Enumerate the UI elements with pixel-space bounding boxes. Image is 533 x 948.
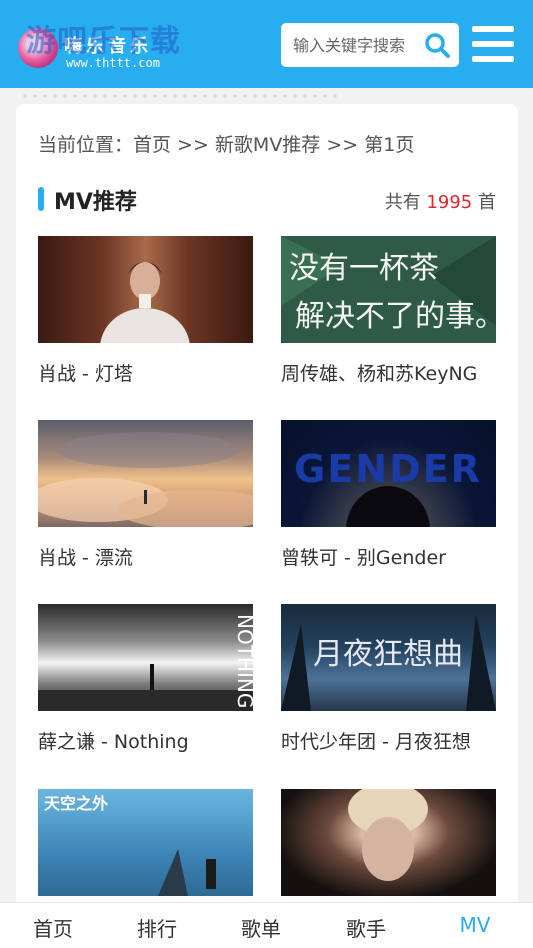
- mv-title[interactable]: 曾轶可 - 别Gender: [281, 543, 446, 570]
- tab-playlist[interactable]: 歌单: [221, 913, 301, 942]
- thumb-text-line1: 没有一杯茶: [289, 251, 439, 286]
- hamburger-menu-icon[interactable]: [472, 26, 514, 62]
- site-logo[interactable]: 嗨乐音乐 www.thttt.com 游吧乐下载: [14, 12, 184, 76]
- mv-title[interactable]: 时代少年团 - 月夜狂想: [281, 727, 471, 754]
- count-suffix: 首: [478, 192, 496, 213]
- bottom-tab-bar: 首页 排行 歌单 歌手 MV: [0, 902, 533, 948]
- search-icon[interactable]: [423, 31, 451, 59]
- thumb-text: NOTHING: [233, 614, 253, 708]
- decorative-dots: [20, 92, 340, 100]
- thumb-text: 天空之外: [44, 794, 108, 813]
- mv-title[interactable]: 肖战 - 漂流: [38, 543, 133, 570]
- mv-thumbnail[interactable]: [281, 789, 496, 896]
- thumb-text-line2: 解决不了的事。: [295, 299, 496, 334]
- count-number: 1995: [426, 192, 473, 213]
- breadcrumb: 当前位置：首页 >> 新歌MV推荐 >> 第1页: [38, 134, 415, 156]
- mv-thumbnail[interactable]: [38, 236, 253, 343]
- section-accent-bar: [38, 187, 44, 211]
- mv-thumbnail[interactable]: 没有一杯茶 解决不了的事。: [281, 236, 496, 343]
- section-title: MV推荐: [54, 190, 137, 215]
- section-header: MV推荐 共有 1995 首: [38, 184, 496, 215]
- mv-thumbnail[interactable]: GENDER: [281, 420, 496, 527]
- mv-thumbnail[interactable]: 月夜狂想曲: [281, 604, 496, 711]
- logo-watermark-text: 游吧乐下载: [26, 24, 181, 59]
- mv-thumbnail[interactable]: NOTHING: [38, 604, 253, 711]
- tab-mv[interactable]: MV: [435, 913, 515, 937]
- count-prefix: 共有: [384, 192, 421, 213]
- thumb-text: 月夜狂想曲: [313, 637, 463, 672]
- mv-thumbnail[interactable]: 天空之外: [38, 789, 253, 896]
- thumb-text: GENDER: [294, 447, 482, 491]
- search-input[interactable]: [281, 23, 417, 67]
- section-count: 共有 1995 首: [385, 188, 496, 214]
- tab-singer[interactable]: 歌手: [326, 913, 406, 942]
- search-box: [281, 23, 459, 67]
- main-content: 当前位置：首页 >> 新歌MV推荐 >> 第1页 MV推荐 共有 1995 首 …: [16, 104, 518, 914]
- mv-title[interactable]: 肖战 - 灯塔: [38, 359, 133, 386]
- mv-title[interactable]: 周传雄、杨和苏KeyNG: [281, 359, 477, 386]
- mv-title[interactable]: 薛之谦 - Nothing: [38, 727, 189, 754]
- header-bar: 嗨乐音乐 www.thttt.com 游吧乐下载: [0, 0, 533, 88]
- tab-home[interactable]: 首页: [13, 913, 93, 942]
- tab-ranking[interactable]: 排行: [117, 913, 197, 942]
- mv-thumbnail[interactable]: [38, 420, 253, 527]
